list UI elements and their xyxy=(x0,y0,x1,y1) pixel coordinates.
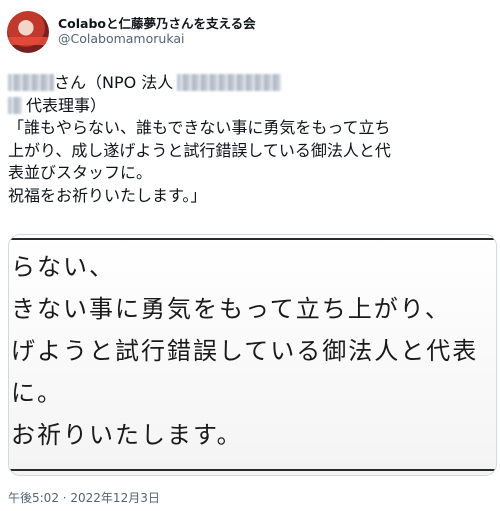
tweet-text: さん（NPO 法人 代表理事） 「誰もやらない、誰もできない事に勇気をもって立ち… xyxy=(8,72,492,207)
attached-image[interactable]: らない、 きない事に勇気をもって立ち上がり、 げようと試行錯誤している御法人と代… xyxy=(8,234,497,476)
image-rule-top xyxy=(9,238,496,240)
image-rule-bottom xyxy=(9,469,496,471)
author-display-name[interactable]: Colaboと仁藤夢乃さんを支える会 xyxy=(58,13,256,32)
quote-line: 「誰もやらない、誰もできない事に勇気をもって立ち xyxy=(8,118,391,137)
tweet-timestamp[interactable]: 午後5:02 · 2022年12月3日 xyxy=(8,489,160,506)
avatar[interactable] xyxy=(7,11,49,53)
tweet-line-1-text: さん（NPO 法人 xyxy=(54,73,174,92)
author-handle[interactable]: @Colabomamorukai xyxy=(58,31,184,46)
image-excerpt-line: らない、 xyxy=(11,253,115,281)
quote-line: 上がり、成し遂げようと試行錯誤している御法人と代 xyxy=(8,140,391,160)
image-excerpt-line: に。 xyxy=(11,379,63,407)
image-excerpt-line: げようと試行錯誤している御法人と代表 xyxy=(11,337,479,365)
quote-line: 祝福をお祈りいたします。」 xyxy=(8,185,207,205)
image-excerpt-line: きない事に勇気をもって立ち上がり、 xyxy=(11,295,451,323)
redacted-org-blur xyxy=(177,74,282,91)
tweet-line-1: さん（NPO 法人 xyxy=(8,72,492,95)
quote-line: 表並びスタッフに。 xyxy=(8,163,153,182)
redacted-org-blur-2 xyxy=(8,96,22,114)
redacted-name-blur xyxy=(8,74,54,91)
tweet-line-2-text: 代表理事） xyxy=(26,95,107,115)
tweet-line-2: 代表理事） xyxy=(8,95,492,118)
image-excerpt-line: お祈りいたします。 xyxy=(11,421,243,449)
